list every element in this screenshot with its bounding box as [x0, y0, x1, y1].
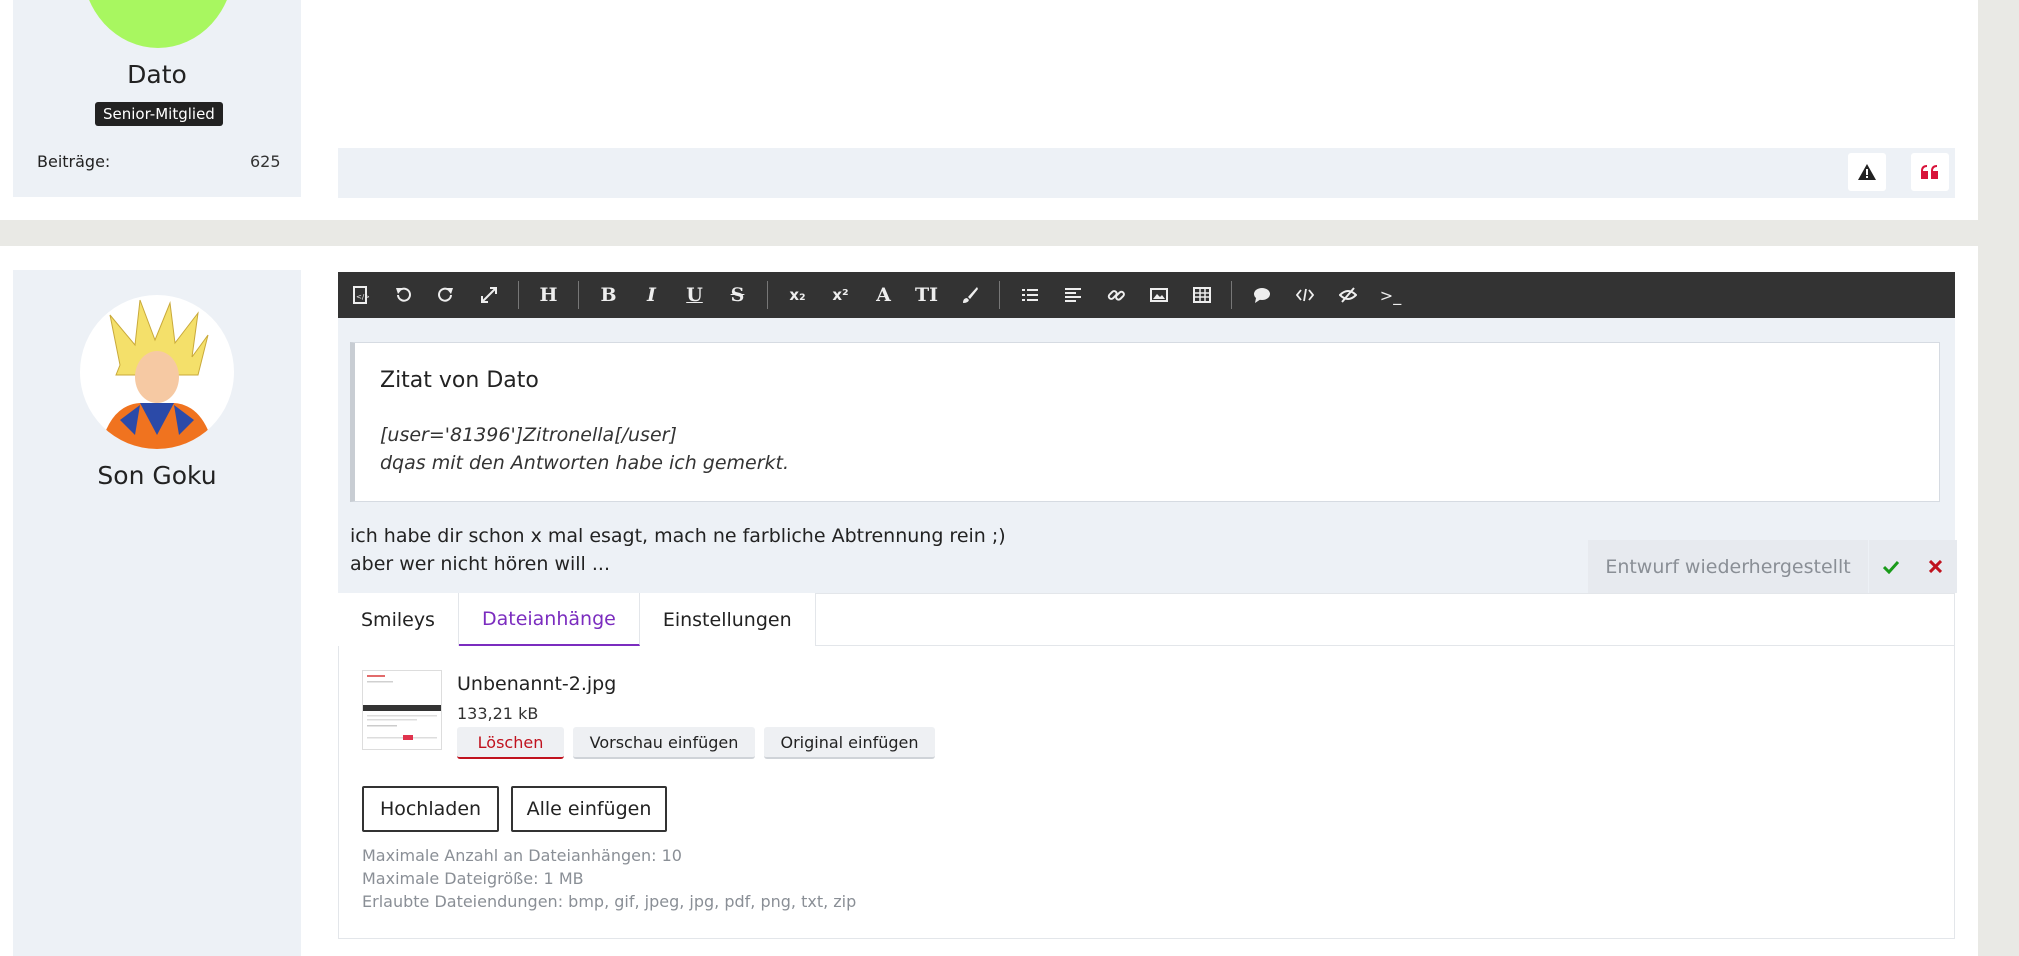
- avatar[interactable]: [80, 295, 234, 449]
- attachment-size: 133,21 kB: [457, 704, 539, 723]
- subscript-icon[interactable]: x₂: [776, 272, 819, 318]
- strikethrough-icon[interactable]: S: [716, 272, 759, 318]
- quote-bubble-icon[interactable]: [1240, 272, 1283, 318]
- editor-tabs: Smileys Dateianhänge Einstellungen: [338, 593, 1955, 646]
- quote-title: Zitat von Dato: [380, 368, 539, 393]
- table-icon[interactable]: [1180, 272, 1223, 318]
- quote-button[interactable]: [1911, 153, 1949, 191]
- tab-smileys[interactable]: Smileys: [338, 593, 459, 646]
- quote-line: dqas mit den Antworten habe ich gemerkt.: [380, 452, 790, 474]
- code-icon[interactable]: [1283, 272, 1326, 318]
- editor-toolbar: </> H B I U S x₂ x² A TI >_: [338, 272, 1955, 318]
- font-color-icon[interactable]: A: [862, 272, 905, 318]
- underline-icon[interactable]: U: [673, 272, 716, 318]
- delete-attachment-button[interactable]: Löschen: [457, 727, 564, 759]
- draft-restored-notice: Entwurf wiederhergestellt: [1588, 540, 1868, 593]
- goku-avatar-image: [100, 299, 214, 449]
- fullscreen-icon[interactable]: [467, 272, 510, 318]
- limit-note: Erlaubte Dateiendungen: bmp, gif, jpeg, …: [362, 892, 857, 911]
- toolbar-divider: [578, 281, 579, 309]
- toolbar-divider: [518, 281, 519, 309]
- upload-button[interactable]: Hochladen: [362, 786, 499, 832]
- terminal-icon[interactable]: >_: [1369, 272, 1412, 318]
- close-icon: [1928, 560, 1942, 573]
- italic-icon[interactable]: I: [630, 272, 673, 318]
- font-size-icon[interactable]: TI: [905, 272, 948, 318]
- author-name[interactable]: Son Goku: [13, 461, 301, 490]
- link-icon[interactable]: [1094, 272, 1137, 318]
- posts-count-label: Beiträge:: [37, 152, 111, 171]
- insert-preview-button[interactable]: Vorschau einfügen: [573, 727, 755, 759]
- quote-line: [user='81396']Zitronella[/user]: [380, 424, 677, 446]
- image-icon[interactable]: [1137, 272, 1180, 318]
- limit-note: Maximale Anzahl an Dateianhängen: 10: [362, 846, 682, 865]
- post-footer: [338, 148, 1955, 198]
- list-icon[interactable]: [1008, 272, 1051, 318]
- toolbar-divider: [767, 281, 768, 309]
- posts-count-value: 625: [250, 152, 281, 171]
- tab-attachments[interactable]: Dateianhänge: [458, 593, 640, 646]
- svg-text:</>: </>: [356, 293, 369, 301]
- redo-icon[interactable]: [424, 272, 467, 318]
- toolbar-divider: [1231, 281, 1232, 309]
- author-name[interactable]: Dato: [13, 60, 301, 89]
- undo-icon[interactable]: [381, 272, 424, 318]
- message-line: aber wer nicht hören will ...: [350, 553, 610, 575]
- align-icon[interactable]: [1051, 272, 1094, 318]
- insert-original-button[interactable]: Original einfügen: [764, 727, 935, 759]
- source-icon[interactable]: </>: [338, 272, 381, 318]
- attachment-thumbnail[interactable]: [362, 670, 442, 750]
- warning-icon: [1858, 164, 1876, 180]
- thumbnail-image: [363, 671, 441, 749]
- heading-icon[interactable]: H: [527, 272, 570, 318]
- checkmark-icon: [1883, 560, 1899, 574]
- report-button[interactable]: [1848, 153, 1886, 191]
- quote-icon: [1921, 165, 1938, 179]
- paintbrush-icon[interactable]: [948, 272, 991, 318]
- tab-settings[interactable]: Einstellungen: [639, 593, 816, 646]
- spoiler-icon[interactable]: [1326, 272, 1369, 318]
- superscript-icon[interactable]: x²: [819, 272, 862, 318]
- insert-all-button[interactable]: Alle einfügen: [511, 786, 667, 832]
- limit-note: Maximale Dateigröße: 1 MB: [362, 869, 584, 888]
- attachment-filename[interactable]: Unbenannt-2.jpg: [457, 673, 616, 695]
- toolbar-divider: [999, 281, 1000, 309]
- draft-discard-button[interactable]: [1913, 540, 1957, 593]
- bold-icon[interactable]: B: [587, 272, 630, 318]
- rank-badge: Senior-Mitglied: [95, 102, 223, 126]
- draft-accept-button[interactable]: [1869, 540, 1913, 593]
- message-line: ich habe dir schon x mal esagt, mach ne …: [350, 525, 1006, 547]
- quote-block[interactable]: [350, 342, 1940, 502]
